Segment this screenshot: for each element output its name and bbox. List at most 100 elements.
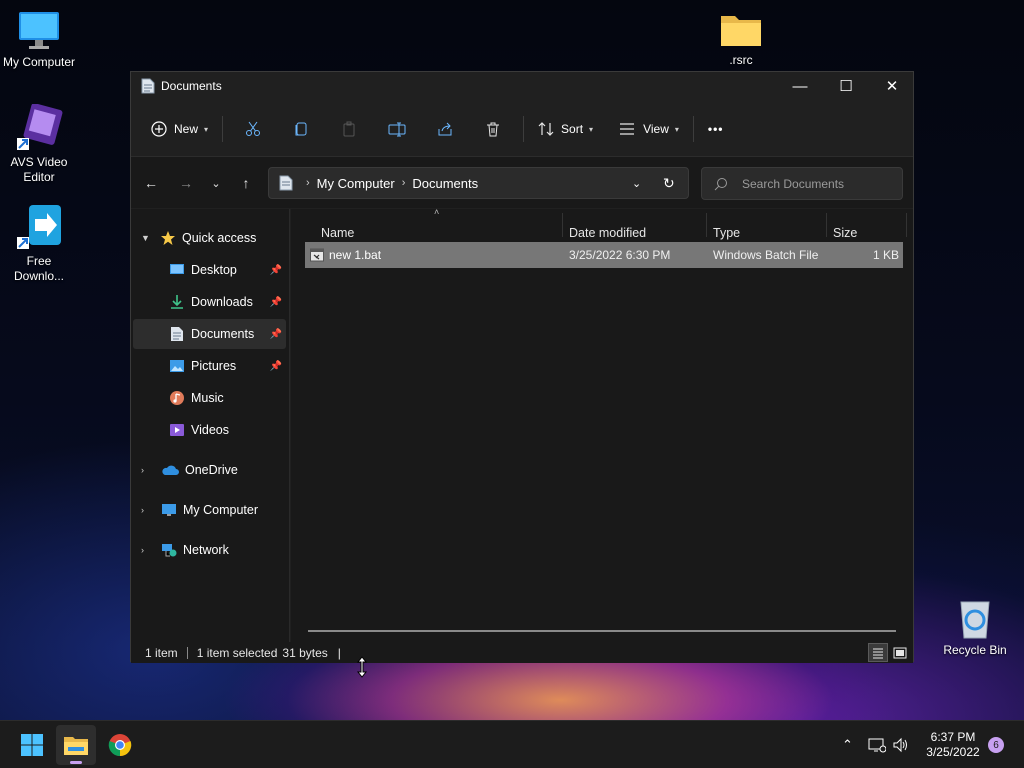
pin-icon[interactable]: 📌: [270, 329, 282, 340]
taskbar-file-explorer[interactable]: [56, 725, 96, 765]
large-icons-view-button[interactable]: [890, 643, 910, 662]
sidebar-item-label: Quick access: [182, 231, 257, 245]
clipboard-icon: [343, 121, 355, 137]
sidebar-item-label: OneDrive: [185, 463, 238, 477]
sidebar-item-music[interactable]: Music: [133, 383, 286, 413]
details-view-button[interactable]: [868, 643, 888, 662]
address-dropdown-icon[interactable]: ⌄: [632, 177, 641, 190]
chevron-up-icon: ⌃: [842, 737, 853, 752]
sidebar-item-pictures[interactable]: Pictures 📌: [133, 351, 286, 381]
chevron-right-icon: ›: [141, 545, 144, 555]
share-button[interactable]: [421, 113, 469, 145]
clock[interactable]: 6:37 PM 3/25/2022: [922, 721, 984, 768]
sidebar-item-documents[interactable]: Documents 📌: [133, 319, 286, 349]
sidebar-item-quick-access[interactable]: ▼ Quick access: [133, 223, 286, 253]
sidebar-item-onedrive[interactable]: › OneDrive: [133, 455, 286, 485]
breadcrumb-documents[interactable]: Documents: [412, 176, 478, 191]
avs-video-editor-icon: [17, 104, 63, 150]
cut-button[interactable]: [229, 113, 277, 145]
up-button[interactable]: ↑: [232, 169, 260, 197]
close-button[interactable]: ✕: [869, 72, 915, 100]
column-divider[interactable]: [706, 213, 707, 237]
rename-button[interactable]: [373, 113, 421, 145]
column-header-type[interactable]: Type: [713, 223, 740, 243]
sidebar-item-my-computer[interactable]: › My Computer: [133, 495, 286, 525]
folder-icon: [721, 16, 761, 46]
desktop-icon-rsrc-folder[interactable]: .rsrc: [702, 10, 780, 68]
status-item-count: 1 item: [145, 645, 178, 660]
videos-icon: [170, 424, 184, 436]
file-name: new 1.bat: [329, 248, 382, 262]
breadcrumb-my-computer[interactable]: My Computer: [317, 176, 395, 191]
pin-icon[interactable]: 📌: [270, 297, 282, 308]
see-more-button[interactable]: •••: [700, 113, 732, 145]
delete-button[interactable]: [469, 113, 517, 145]
sort-icon: [538, 122, 554, 136]
taskbar: ⌃ 6:37 PM 3/25/2022 6: [0, 720, 1024, 768]
chevron-down-icon: ⌄: [211, 177, 221, 190]
copy-icon: [295, 122, 307, 136]
back-button[interactable]: ←: [137, 169, 165, 197]
search-input[interactable]: Search Documents: [701, 167, 903, 200]
column-label: Name: [321, 226, 355, 240]
forward-button[interactable]: →: [172, 169, 200, 197]
paste-button[interactable]: [325, 113, 373, 145]
title-bar[interactable]: Documents — ☐ ✕: [131, 72, 913, 100]
sidebar-item-label: Pictures: [191, 359, 237, 373]
desktop-icon-recycle-bin[interactable]: Recycle Bin: [936, 598, 1014, 658]
desktop-icon-label: AVS Video Editor: [10, 155, 68, 184]
column-divider[interactable]: [906, 213, 907, 237]
new-button[interactable]: New ▾: [143, 113, 216, 145]
notification-center-button[interactable]: 6: [988, 721, 1004, 768]
sort-button[interactable]: Sort ▾: [530, 113, 601, 145]
table-row[interactable]: new 1.bat 3/25/2022 6:30 PM Windows Batc…: [305, 242, 903, 268]
desktop-icon-label: My Computer: [2, 55, 76, 69]
desktop-icon-free-download[interactable]: Free Downlo...: [0, 203, 78, 284]
horizontal-scrollbar[interactable]: [308, 630, 896, 632]
plus-circle-icon: [151, 121, 167, 137]
file-type: Windows Batch File: [713, 248, 819, 262]
pin-icon[interactable]: 📌: [270, 265, 282, 276]
show-hidden-icons-button[interactable]: ⌃: [842, 721, 853, 768]
refresh-icon[interactable]: ↻: [663, 175, 675, 192]
minimize-button[interactable]: —: [777, 72, 823, 100]
tiles-view-icon: [893, 647, 907, 658]
free-download-icon: [17, 205, 61, 249]
start-button[interactable]: [12, 725, 52, 765]
status-selection: 1 item selected: [196, 645, 278, 660]
volume-tray-icon[interactable]: [892, 721, 910, 768]
share-icon: [438, 122, 452, 136]
network-tray-icon[interactable]: [868, 721, 886, 768]
desktop-icon-label: Recycle Bin: [943, 643, 1007, 657]
pin-icon[interactable]: 📌: [270, 361, 282, 372]
sidebar-item-downloads[interactable]: Downloads 📌: [133, 287, 286, 317]
sidebar-item-videos[interactable]: Videos: [133, 415, 286, 445]
monitor-icon: [19, 12, 59, 49]
maximize-button[interactable]: ☐: [823, 72, 869, 100]
sidebar-item-network[interactable]: › Network: [133, 535, 286, 565]
column-divider[interactable]: [826, 213, 827, 237]
active-indicator: [70, 761, 82, 764]
column-label: Date modified: [569, 226, 647, 240]
sidebar-item-desktop[interactable]: Desktop 📌: [133, 255, 286, 285]
chrome-icon: [108, 734, 132, 757]
view-button[interactable]: View ▾: [611, 113, 687, 145]
recent-locations-button[interactable]: ⌄: [202, 169, 230, 197]
desktop-icon-label: .rsrc: [729, 53, 753, 67]
address-bar[interactable]: › My Computer › Documents ⌄ ↻: [268, 167, 689, 199]
sidebar-item-label: Network: [183, 543, 229, 557]
column-header-date-modified[interactable]: Date modified: [569, 223, 646, 243]
recycle-bin-icon: [960, 601, 990, 639]
column-divider[interactable]: [562, 213, 563, 237]
taskbar-chrome[interactable]: [100, 725, 140, 765]
copy-button[interactable]: [277, 113, 325, 145]
column-header-size[interactable]: Size: [833, 223, 857, 243]
column-header-name[interactable]: Name: [321, 223, 354, 243]
desktop-icon-my-computer[interactable]: My Computer: [0, 10, 78, 70]
pane-divider[interactable]: [289, 209, 290, 642]
navigation-pane: ▼ Quick access Desktop 📌 Downloads 📌 Doc…: [131, 209, 289, 642]
file-explorer-window: Documents — ☐ ✕ New ▾ Sort ▾ View ▾ ••• …: [130, 71, 914, 663]
desktop-icon-avs-video-editor[interactable]: AVS Video Editor: [0, 104, 78, 185]
toolbar-divider: [222, 116, 224, 142]
scissors-icon: [246, 121, 261, 136]
